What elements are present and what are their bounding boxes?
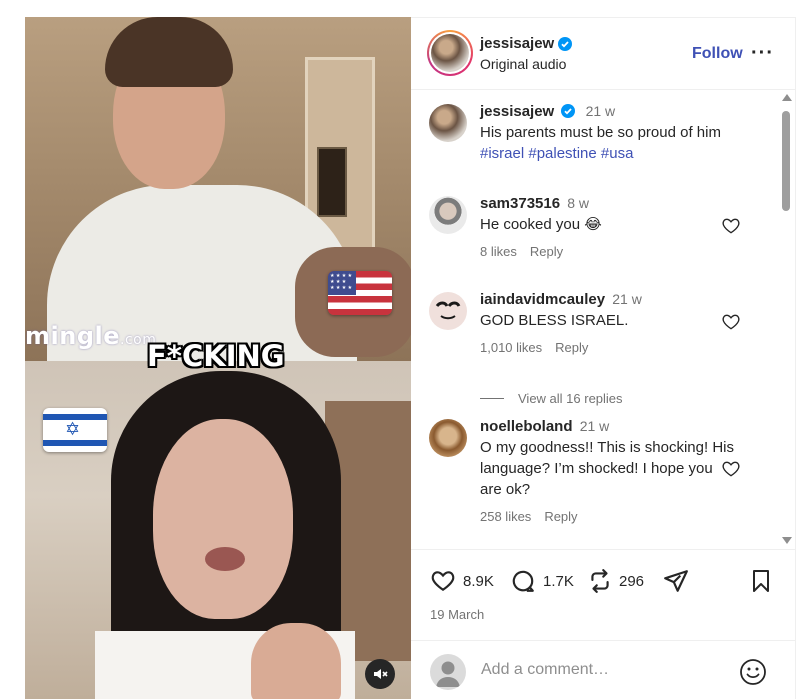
comment-action[interactable]: 1.7K — [509, 568, 574, 594]
follow-button[interactable]: Follow — [692, 45, 743, 63]
woman-lips — [205, 547, 245, 571]
current-user-avatar — [430, 654, 466, 690]
mingle-watermark: mingle.com — [25, 322, 157, 350]
scroll-thumb[interactable] — [782, 111, 790, 211]
comment-text: He cooked you 😂 — [480, 216, 602, 233]
comment-likes[interactable]: 8 likes — [480, 241, 517, 262]
default-user-icon — [436, 661, 460, 687]
comment-text: O my goodness!! This is shocking! His la… — [480, 439, 734, 498]
caption-time: 21 w — [585, 103, 616, 119]
comment-username[interactable]: noelleboland — [480, 418, 573, 435]
caption-avatar[interactable] — [429, 104, 467, 142]
commenter-avatar[interactable] — [429, 196, 467, 234]
add-comment-input[interactable] — [481, 661, 731, 679]
like-comment-heart-icon[interactable] — [721, 216, 741, 236]
commenter-avatar[interactable] — [429, 419, 467, 457]
like-comment-heart-icon[interactable] — [721, 459, 741, 479]
reposts-count: 296 — [619, 572, 645, 590]
caption-text: His parents must be so proud of him — [480, 124, 721, 141]
comment-time: 21 w — [612, 291, 642, 307]
comment-bubble-icon — [512, 570, 534, 592]
speaker-muted-icon — [374, 669, 388, 679]
reply-button[interactable]: Reply — [530, 241, 563, 262]
heart-icon — [431, 571, 455, 591]
verified-badge-icon — [558, 36, 573, 51]
avatar — [431, 34, 469, 72]
israel-flag-emoji: ✡ — [43, 408, 107, 452]
post-side-panel: jessisajew Original audio Follow ··· jes… — [411, 17, 796, 699]
comment-username[interactable]: iaindavidmcauley — [480, 291, 605, 308]
comment-time: 21 w — [579, 418, 610, 434]
share-paper-plane-icon — [664, 570, 688, 592]
view-replies-button[interactable]: View all 16 replies — [480, 391, 623, 406]
us-flag-emoji: ★ ★ ★ ★ ★ ★ ★ ★ ★ ★ ★ — [328, 271, 392, 315]
face-sketch-icon — [435, 301, 461, 320]
share-action[interactable] — [662, 568, 690, 594]
repost-action[interactable]: 296 — [587, 568, 644, 594]
replies-divider — [480, 398, 504, 399]
emoji-icon[interactable] — [739, 658, 767, 686]
reply-button[interactable]: Reply — [555, 337, 588, 358]
add-comment-row — [411, 640, 796, 699]
comments-list[interactable]: jessisajew 21 w His parents must be so p… — [411, 91, 796, 549]
view-replies-label: View all 16 replies — [518, 391, 623, 406]
post-video[interactable]: ★ ★ ★ ★ ★ ★ ★ ★ ★ ★ ★ mingle.com ✡ F*CKING — [25, 17, 411, 699]
woman-hand — [251, 623, 341, 699]
video-top-pane: ★ ★ ★ ★ ★ ★ ★ ★ ★ ★ ★ mingle.com — [25, 17, 411, 375]
video-caption-text: F*CKING — [147, 339, 285, 373]
reply-button[interactable]: Reply — [544, 506, 577, 527]
background-picture-frame — [317, 147, 347, 217]
story-ring-avatar[interactable] — [427, 30, 473, 76]
likes-count: 8.9K — [463, 572, 494, 590]
bookmark-icon — [753, 570, 769, 592]
more-options-icon[interactable]: ··· — [751, 42, 774, 65]
scroll-up-arrow-icon[interactable] — [782, 94, 792, 101]
original-audio-link[interactable]: Original audio — [480, 56, 566, 72]
comment-likes[interactable]: 1,010 likes — [480, 337, 542, 358]
comment-username[interactable]: sam373516 — [480, 195, 560, 212]
comments-scrollbar[interactable] — [779, 91, 793, 549]
woman-face — [153, 419, 293, 619]
scroll-down-arrow-icon[interactable] — [782, 537, 792, 544]
repost-icon — [591, 569, 609, 593]
hashtag-link[interactable]: #israel — [480, 145, 524, 162]
hashtag-link[interactable]: #palestine — [528, 145, 596, 162]
hashtag-link[interactable]: #usa — [601, 145, 634, 162]
post-header: jessisajew Original audio Follow ··· — [411, 18, 796, 90]
man-hair — [105, 17, 233, 87]
verified-badge-icon — [561, 104, 576, 118]
comment-likes[interactable]: 258 likes — [480, 506, 531, 527]
post-date[interactable]: 19 March — [430, 607, 484, 622]
author-row: jessisajew — [480, 35, 573, 52]
post-actions-bar: 8.9K 1.7K 296 19 March — [411, 549, 796, 699]
commenter-avatar[interactable] — [429, 292, 467, 330]
comment-text: GOD BLESS ISRAEL. — [480, 312, 629, 329]
save-action[interactable] — [749, 568, 773, 594]
caption-username[interactable]: jessisajew — [480, 103, 554, 120]
comment-time: 8 w — [567, 195, 590, 211]
mute-button[interactable] — [365, 659, 395, 689]
comments-count: 1.7K — [543, 572, 574, 590]
like-comment-heart-icon[interactable] — [721, 312, 741, 332]
author-username[interactable]: jessisajew — [480, 35, 554, 52]
like-action[interactable]: 8.9K — [429, 568, 494, 594]
